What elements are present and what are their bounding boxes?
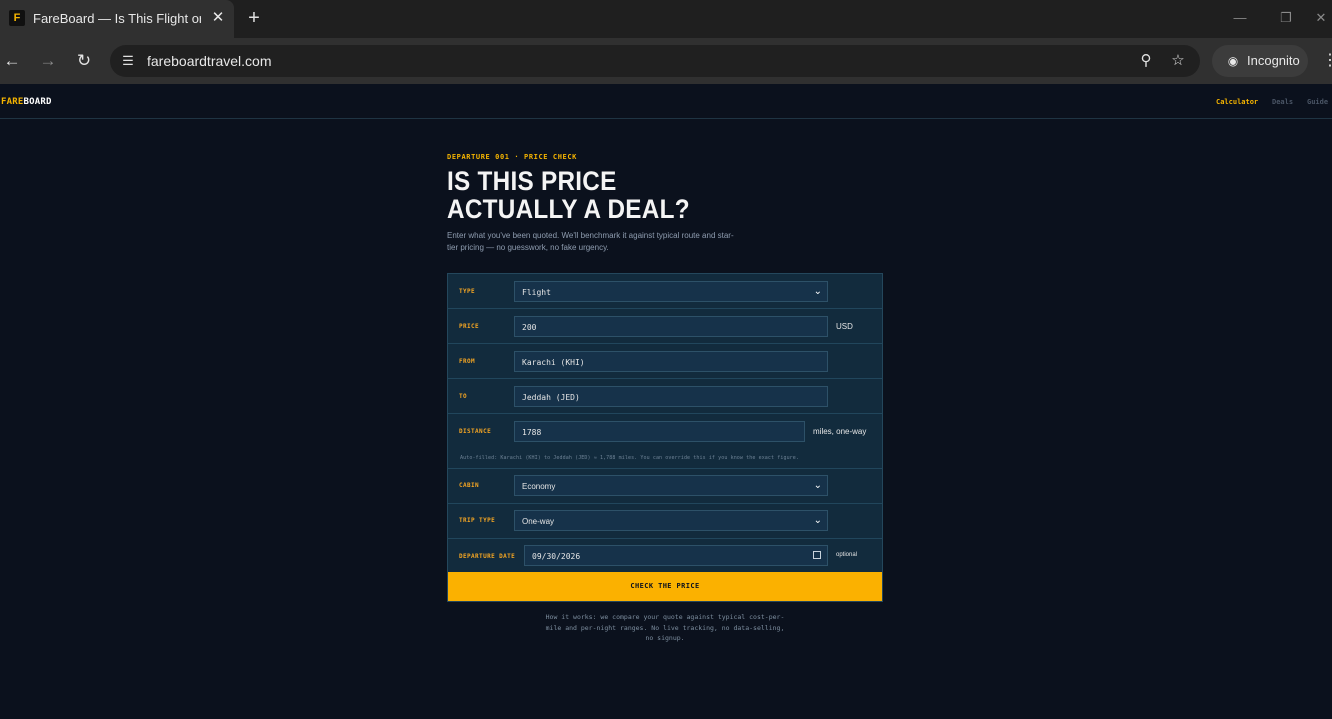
departure-date-label: DEPARTURE DATE (459, 553, 516, 560)
from-row: FROM Karachi (KHI) (448, 344, 882, 379)
reload-icon[interactable]: ↻ (73, 50, 95, 72)
distance-label: DISTANCE (459, 428, 492, 435)
page-title-line-1: IS THIS PRICE (447, 166, 617, 196)
check-price-button[interactable]: CHECK THE PRICE (448, 572, 882, 601)
nav-guide[interactable]: Guide (1307, 98, 1328, 106)
cabin-select[interactable]: Economy ⌄ (514, 475, 828, 496)
how-it-works-note: How it works: we compare your quote agai… (545, 613, 785, 642)
chevron-down-icon: ⌄ (813, 515, 822, 526)
departure-date-value: 09/30/2026 (532, 552, 581, 561)
cabin-label: CABIN (459, 482, 480, 489)
incognito-label: Incognito (1247, 53, 1300, 68)
to-label: TO (459, 393, 468, 400)
browser-tab-strip: F FareBoard — Is This Flight or Ho ✕ + —… (0, 0, 1332, 38)
calendar-icon[interactable] (813, 551, 821, 559)
type-row: TYPE Flight ⌄ (448, 274, 882, 309)
optional-hint: optional (836, 552, 858, 558)
page-title-line-2: ACTUALLY A DEAL? (447, 194, 690, 224)
section-kicker: DEPARTURE 001 · PRICE CHECK (447, 153, 577, 161)
departure-date-input[interactable]: 09/30/2026 (524, 545, 828, 566)
page-content: FAREBOARD Calculator Deals Guide DEPARTU… (0, 84, 1332, 719)
nav-calculator[interactable]: Calculator (1216, 98, 1258, 106)
distance-row: DISTANCE 1788 miles, one-way (448, 414, 882, 449)
distance-input[interactable]: 1788 (514, 421, 805, 442)
chevron-down-icon: ⌄ (813, 480, 822, 491)
incognito-badge[interactable]: ◉ Incognito (1212, 45, 1308, 77)
restore-icon[interactable]: ❐ (1277, 8, 1295, 28)
address-bar[interactable]: ☰ fareboardtravel.com ⚲ ☆ (110, 45, 1200, 77)
tab-title: FareBoard — Is This Flight or Ho (33, 11, 201, 26)
trip-type-value: One-way (522, 517, 555, 526)
zoom-icon[interactable]: ⚲ (1136, 51, 1156, 71)
to-input[interactable]: Jeddah (JED) (514, 386, 828, 407)
forward-icon[interactable]: → (37, 50, 59, 72)
intro-text: Enter what you've been quoted. We'll ben… (447, 231, 734, 252)
to-row: TO Jeddah (JED) (448, 379, 882, 414)
price-check-form: TYPE Flight ⌄ PRICE 200 USD FROM Karachi… (447, 273, 883, 602)
trip-type-label: TRIP TYPE (459, 517, 496, 524)
departure-date-row: DEPARTURE DATE 09/30/2026 optional (448, 539, 882, 572)
cabin-row: CABIN Economy ⌄ (448, 469, 882, 504)
type-select[interactable]: Flight ⌄ (514, 281, 828, 302)
nav-deals[interactable]: Deals (1272, 98, 1293, 106)
close-window-icon[interactable]: ✕ (1312, 8, 1330, 28)
price-row: PRICE 200 USD (448, 309, 882, 344)
from-label: FROM (459, 358, 476, 365)
from-input[interactable]: Karachi (KHI) (514, 351, 828, 372)
type-label: TYPE (459, 288, 476, 295)
chevron-down-icon: ⌄ (813, 286, 822, 297)
type-value: Flight (522, 288, 551, 297)
minimize-icon[interactable]: — (1231, 8, 1249, 28)
star-icon[interactable]: ☆ (1168, 51, 1188, 71)
distance-unit: miles, one-way (813, 427, 867, 436)
site-favicon-icon: F (9, 10, 25, 26)
menu-icon[interactable]: ⋮ (1322, 50, 1332, 72)
price-label: PRICE (459, 323, 480, 330)
incognito-icon: ◉ (1227, 54, 1239, 68)
site-logo[interactable]: FAREBOARD (1, 97, 52, 107)
cabin-value: Economy (522, 482, 556, 491)
new-tab-button[interactable]: + (244, 8, 264, 28)
distance-note-divider (448, 449, 882, 469)
logo-accent: FARE (1, 97, 24, 107)
close-tab-icon[interactable]: ✕ (209, 9, 227, 27)
site-header: FAREBOARD Calculator Deals Guide (0, 84, 1332, 119)
site-info-icon[interactable]: ☰ (118, 51, 138, 71)
logo-text: BOARD (23, 97, 52, 107)
url-text[interactable]: fareboardtravel.com (147, 53, 272, 69)
trip-type-row: TRIP TYPE One-way ⌄ (448, 504, 882, 539)
price-currency: USD (836, 322, 853, 331)
trip-type-select[interactable]: One-way ⌄ (514, 510, 828, 531)
price-input[interactable]: 200 (514, 316, 828, 337)
back-icon[interactable]: ← (1, 50, 23, 72)
browser-toolbar: ← → ↻ ☰ fareboardtravel.com ⚲ ☆ ◉ Incogn… (0, 38, 1332, 84)
browser-tab[interactable]: F FareBoard — Is This Flight or Ho ✕ (0, 0, 234, 38)
